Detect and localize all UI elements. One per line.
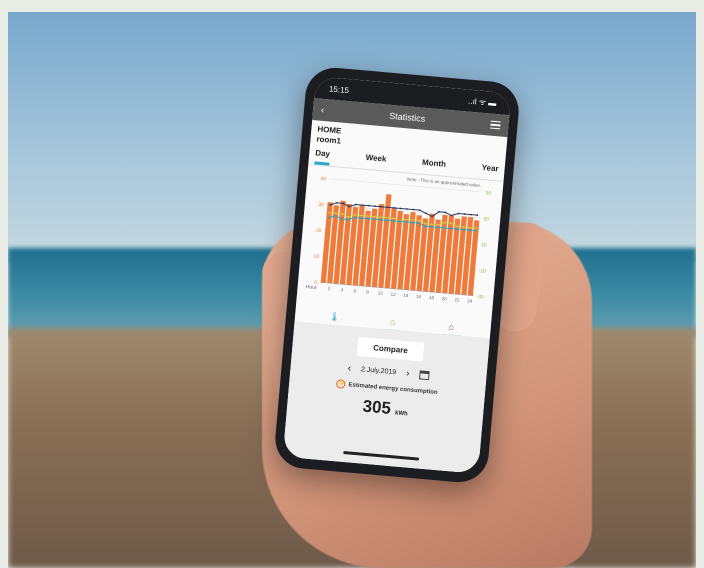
- menu-icon[interactable]: [490, 118, 501, 131]
- series-point: [470, 213, 472, 216]
- tab-year[interactable]: Year: [481, 163, 499, 180]
- lightning-icon: ⚡: [336, 379, 346, 389]
- x-tick-label: 12: [390, 292, 396, 297]
- y-left-tick-label: 30: [318, 202, 324, 208]
- energy-unit: kWh: [394, 410, 408, 418]
- x-tick-label: 4: [340, 287, 343, 292]
- tab-day[interactable]: Day: [314, 148, 331, 166]
- date-label: 2.July.2019: [360, 366, 397, 377]
- calendar-icon[interactable]: [418, 370, 430, 381]
- home-indicator: [343, 451, 420, 461]
- summary-panel: Compare ‹ 2.July.2019 › ⚡ Estimated ener…: [282, 321, 490, 474]
- statistics-chart: Note : This is an approximated value. 01…: [296, 165, 503, 322]
- x-tick-label: 20: [442, 296, 448, 301]
- y-left-tick-label: 20: [316, 228, 322, 234]
- series-point: [374, 205, 376, 208]
- tab-week[interactable]: Week: [365, 153, 386, 171]
- y-right-tick-label: 10: [481, 242, 487, 248]
- x-tick-label: 10: [378, 290, 384, 295]
- series-point: [367, 204, 370, 207]
- series-line: [328, 215, 477, 232]
- x-tick-label: 6: [353, 288, 356, 293]
- x-tick-label: 24: [467, 298, 473, 303]
- chart-svg: 010203040-30-10103050Hour 2 4 6 8 10 12 14 16 18 2…: [305, 176, 491, 304]
- status-time: 15:15: [328, 83, 350, 95]
- x-tick-label: 16: [416, 294, 422, 299]
- tab-month[interactable]: Month: [421, 158, 447, 176]
- x-tick-label: 2: [328, 286, 331, 291]
- series-point: [399, 207, 402, 210]
- series-point: [406, 208, 408, 210]
- x-tick-label: 22: [454, 297, 460, 302]
- series-point: [412, 208, 415, 211]
- prev-date-icon[interactable]: ‹: [347, 363, 351, 374]
- x-tick-label: 8: [366, 289, 369, 294]
- y-left-tick-label: 10: [313, 254, 319, 260]
- series-point: [463, 213, 466, 215]
- next-date-icon[interactable]: ›: [406, 368, 410, 379]
- phone: 15:15 ..ıl ᯤ ▬ ‹ Statistics HOME room1 D…: [272, 65, 522, 485]
- y-right-tick-label: -10: [478, 268, 486, 275]
- status-indicators: ..ıl ᯤ ▬: [467, 96, 497, 108]
- compare-button[interactable]: Compare: [356, 336, 425, 362]
- estimated-text: Estimated energy consumption: [348, 381, 438, 396]
- energy-value: 305: [361, 396, 392, 418]
- y-left-tick-label: 40: [320, 176, 326, 182]
- x-tick-label: 18: [429, 295, 435, 300]
- phone-screen: 15:15 ..ıl ᯤ ▬ ‹ Statistics HOME room1 D…: [282, 76, 512, 474]
- y-right-tick-label: 30: [483, 216, 489, 222]
- y-right-tick-label: 50: [485, 190, 491, 196]
- y-right-tick-label: -30: [476, 294, 484, 301]
- x-tick-label: 14: [403, 293, 409, 298]
- x-axis-label: Hour: [305, 284, 317, 291]
- series-point: [476, 214, 479, 217]
